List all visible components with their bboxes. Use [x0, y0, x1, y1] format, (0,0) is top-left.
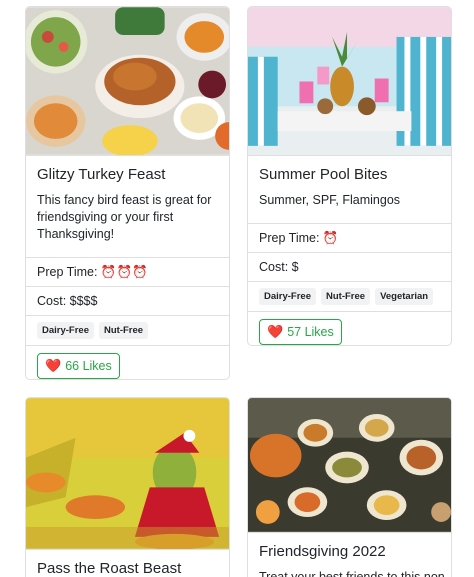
like-count: 57 Likes [287, 324, 334, 339]
tag-badge: Dairy-Free [37, 322, 94, 339]
prep-time: Prep Time: ⏰ [248, 223, 451, 252]
heart-icon: ❤️ [267, 323, 284, 339]
tag-list: Dairy-Free Nut-Free Vegetarian [248, 281, 451, 311]
recipe-image [248, 7, 451, 156]
recipe-image [248, 398, 451, 533]
card-footer: ❤️ 66 Likes [26, 345, 229, 379]
cost: Cost: $ [248, 252, 451, 281]
card-footer: ❤️ 57 Likes [248, 311, 451, 345]
card-description: Summer, SPF, Flamingos [259, 193, 401, 207]
prep-time: Prep Time: ⏰⏰⏰ [26, 257, 229, 286]
like-button[interactable]: ❤️ 66 Likes [37, 352, 120, 379]
cost: Cost: $$$$ [26, 286, 229, 315]
recipe-card: Glitzy Turkey Feast This fancy bird feas… [25, 6, 230, 380]
card-title: Friendsgiving 2022 [259, 543, 386, 560]
card-description: This fancy bird feast is great for frien… [37, 193, 212, 241]
recipe-image [26, 398, 229, 550]
recipe-card: Friendsgiving 2022 Treat your best frien… [247, 397, 452, 577]
tag-badge: Nut-Free [321, 288, 371, 305]
tag-badge: Vegetarian [375, 288, 434, 305]
card-description: Treat your best friends to this non- [259, 570, 449, 577]
like-button[interactable]: ❤️ 57 Likes [259, 318, 342, 345]
card-title: Pass the Roast Beast [37, 560, 182, 577]
card-title: Glitzy Turkey Feast [37, 166, 166, 183]
recipe-image [26, 7, 229, 156]
heart-icon: ❤️ [45, 357, 62, 373]
like-count: 66 Likes [65, 358, 112, 373]
card-title: Summer Pool Bites [259, 166, 388, 183]
tag-badge: Nut-Free [99, 322, 149, 339]
tag-badge: Dairy-Free [259, 288, 316, 305]
recipe-card: Summer Pool Bites Summer, SPF, Flamingos… [247, 6, 452, 346]
tag-list: Dairy-Free Nut-Free [26, 315, 229, 345]
recipe-card: Pass the Roast Beast [25, 397, 230, 577]
